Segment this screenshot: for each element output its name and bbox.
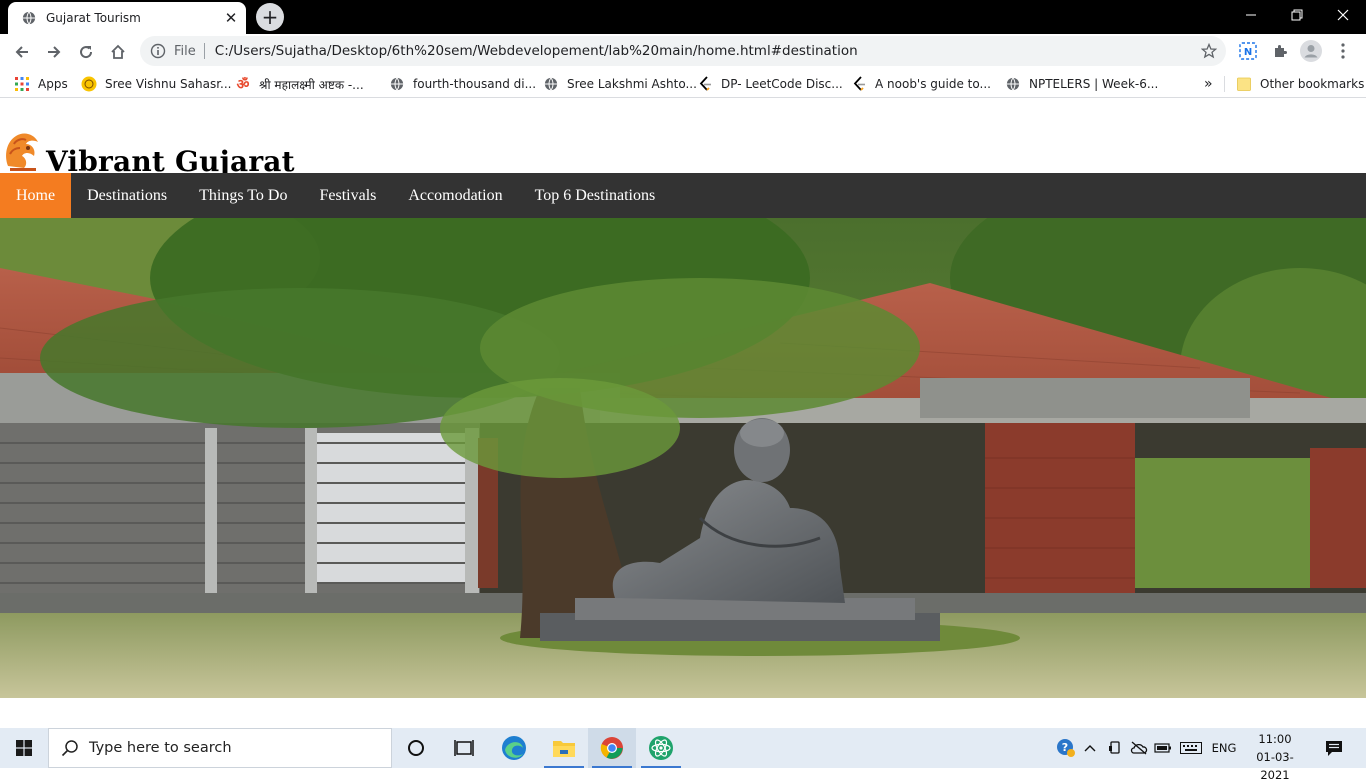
bookmark-label: fourth-thousand di... bbox=[413, 77, 537, 91]
om-icon: ॐ bbox=[236, 76, 250, 93]
bookmark-item[interactable]: Sree Vishnu Sahasr... bbox=[81, 75, 232, 93]
windows-taskbar: Type here to search ? ENG 11:00 01-03-20… bbox=[0, 728, 1366, 782]
browser-toolbar: File C:/Users/Sujatha/Desktop/6th%20sem/… bbox=[0, 34, 1366, 70]
apps-grid-icon bbox=[14, 76, 30, 92]
nav-top-6-destinations[interactable]: Top 6 Destinations bbox=[519, 173, 672, 218]
minimize-icon[interactable] bbox=[1228, 0, 1274, 30]
menu-kebab-icon[interactable] bbox=[1332, 40, 1354, 62]
folder-icon bbox=[1236, 76, 1252, 92]
address-bar[interactable]: File C:/Users/Sujatha/Desktop/6th%20sem/… bbox=[140, 36, 1226, 66]
input-language[interactable]: ENG bbox=[1208, 728, 1240, 768]
nav-home[interactable]: Home bbox=[0, 173, 72, 218]
leetcode-icon bbox=[697, 76, 713, 92]
taskbar-clock[interactable]: 11:00 01-03-2021 bbox=[1244, 730, 1306, 784]
bookmark-item[interactable]: DP- LeetCode Disc... bbox=[697, 75, 843, 93]
extension-n-icon[interactable]: N bbox=[1237, 40, 1259, 62]
bookmark-label: A noob's guide to... bbox=[875, 77, 991, 91]
gujarat-tourism-logo[interactable] bbox=[0, 126, 44, 174]
file-explorer-icon[interactable] bbox=[540, 728, 588, 768]
restore-icon[interactable] bbox=[1274, 0, 1320, 30]
taskbar-search-box[interactable]: Type here to search bbox=[48, 728, 392, 768]
bookmark-item[interactable]: NPTELERS | Week-6... bbox=[1005, 75, 1158, 93]
globe-icon bbox=[389, 76, 405, 92]
bookmark-item[interactable]: fourth-thousand di... bbox=[389, 75, 536, 93]
nav-festivals[interactable]: Festivals bbox=[303, 173, 392, 218]
forward-arrow-icon[interactable] bbox=[40, 38, 68, 66]
atom-editor-icon[interactable] bbox=[637, 728, 685, 768]
url-text[interactable]: C:/Users/Sujatha/Desktop/6th%20sem/Webde… bbox=[215, 43, 1198, 59]
bookmark-item[interactable]: Sree Lakshmi Ashto... bbox=[543, 75, 697, 93]
bookmarks-bar: Apps Sree Vishnu Sahasr... ॐ श्री महालक्… bbox=[0, 70, 1366, 98]
web-page: Vibrant Gujarat Home Destinations Things… bbox=[0, 99, 1366, 727]
battery-icon[interactable] bbox=[1152, 728, 1174, 768]
globe-icon bbox=[1005, 76, 1021, 92]
leetcode-icon bbox=[851, 76, 867, 92]
browser-tab[interactable]: Gujarat Tourism ✕ bbox=[8, 2, 246, 34]
reload-icon[interactable] bbox=[72, 38, 100, 66]
help-icon[interactable]: ? bbox=[1054, 728, 1078, 768]
tab-title: Gujarat Tourism bbox=[46, 11, 141, 25]
info-icon[interactable] bbox=[150, 43, 166, 59]
new-tab-button[interactable]: + bbox=[256, 3, 284, 31]
device-icon[interactable] bbox=[1104, 728, 1126, 768]
bookmark-label: Sree Lakshmi Ashto... bbox=[567, 77, 697, 91]
extensions-puzzle-icon[interactable] bbox=[1269, 40, 1291, 62]
bookmark-item[interactable]: ॐ श्री महालक्ष्मी अष्टक -... bbox=[235, 75, 364, 93]
show-hidden-icons-chevron-icon[interactable] bbox=[1080, 728, 1100, 768]
onedrive-offline-icon[interactable] bbox=[1128, 728, 1150, 768]
browser-tabstrip: Gujarat Tourism ✕ + bbox=[0, 0, 1366, 34]
scheme-label: File bbox=[174, 43, 196, 59]
close-window-icon[interactable] bbox=[1320, 0, 1366, 30]
other-bookmarks-label: Other bookmarks bbox=[1260, 77, 1365, 91]
bookmark-apps[interactable]: Apps bbox=[14, 75, 68, 93]
clock-date: 01-03-2021 bbox=[1256, 750, 1294, 782]
bookmarks-overflow-icon[interactable]: » bbox=[1204, 75, 1213, 93]
keyboard-icon[interactable] bbox=[1178, 728, 1204, 768]
globe-icon bbox=[543, 76, 559, 92]
home-icon[interactable] bbox=[104, 38, 132, 66]
omnibox-divider bbox=[203, 43, 205, 59]
bookmark-item[interactable]: A noob's guide to... bbox=[851, 75, 991, 93]
other-bookmarks[interactable]: Other bookmarks bbox=[1236, 75, 1364, 93]
globe-icon bbox=[22, 11, 36, 25]
clock-time: 11:00 bbox=[1258, 732, 1292, 746]
hero-image bbox=[0, 218, 1366, 698]
windows-start-icon[interactable] bbox=[0, 728, 48, 768]
tab-close-icon[interactable]: ✕ bbox=[220, 7, 242, 29]
back-arrow-icon[interactable] bbox=[8, 38, 36, 66]
nav-destinations[interactable]: Destinations bbox=[71, 173, 183, 218]
bookmark-label: श्री महालक्ष्मी अष्टक -... bbox=[259, 77, 364, 92]
site-header: Vibrant Gujarat bbox=[0, 122, 295, 178]
task-view-icon[interactable] bbox=[440, 728, 488, 768]
bookmark-label: Apps bbox=[38, 77, 68, 91]
main-nav: Home Destinations Things To Do Festivals… bbox=[0, 173, 1366, 218]
bookmark-label: Sree Vishnu Sahasr... bbox=[105, 77, 232, 91]
profile-avatar-icon[interactable] bbox=[1300, 40, 1322, 62]
nav-things-to-do[interactable]: Things To Do bbox=[183, 173, 303, 218]
bookmark-label: DP- LeetCode Disc... bbox=[721, 77, 843, 91]
bookmark-label: NPTELERS | Week-6... bbox=[1029, 77, 1159, 91]
bookmarks-divider bbox=[1224, 76, 1225, 92]
cortana-icon[interactable] bbox=[392, 728, 440, 768]
nav-accomodation[interactable]: Accomodation bbox=[392, 173, 518, 218]
vishnu-icon bbox=[81, 76, 97, 92]
notifications-icon[interactable] bbox=[1318, 728, 1350, 768]
search-placeholder: Type here to search bbox=[89, 740, 232, 756]
svg-text:N: N bbox=[1244, 47, 1252, 58]
edge-browser-icon[interactable] bbox=[490, 728, 538, 768]
chrome-icon[interactable] bbox=[588, 728, 636, 768]
bookmark-star-icon[interactable] bbox=[1198, 40, 1220, 62]
search-icon bbox=[61, 740, 78, 757]
